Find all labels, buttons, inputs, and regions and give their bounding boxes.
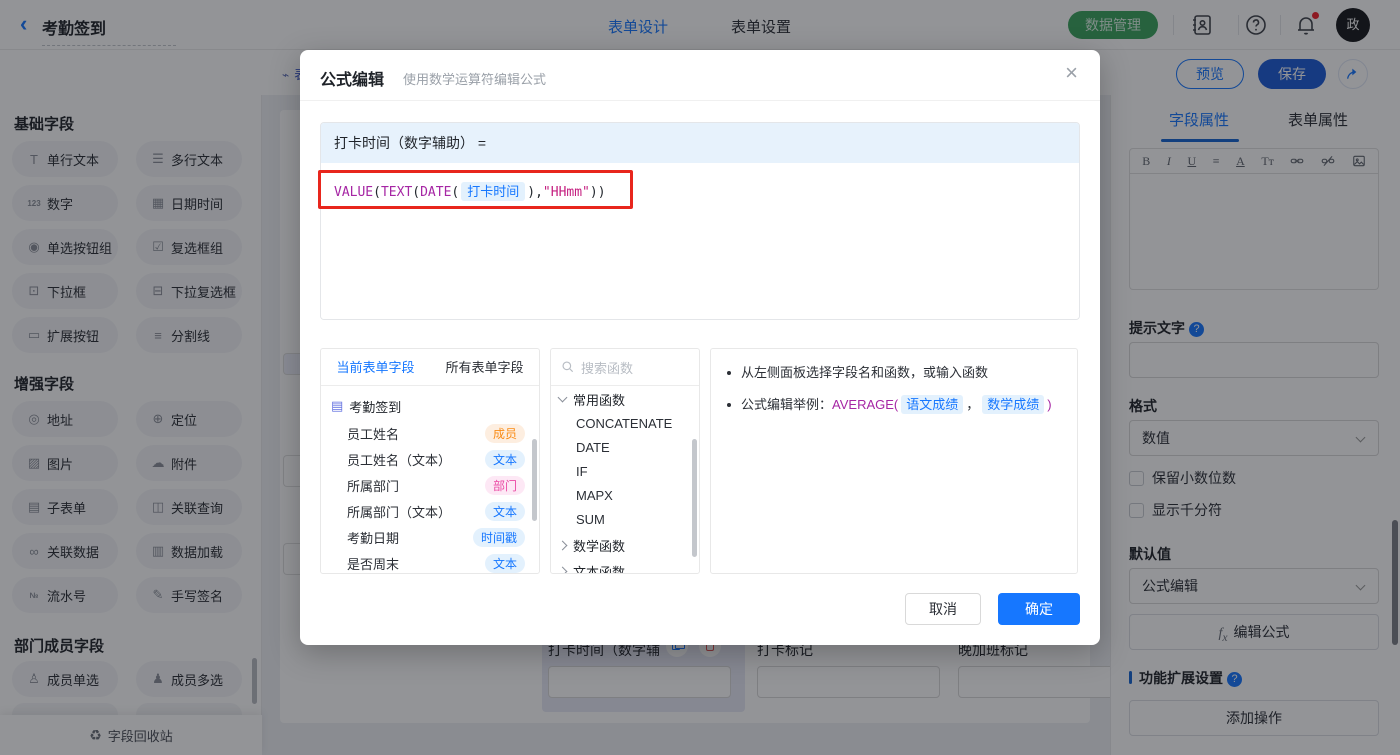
bullet-dot	[727, 403, 731, 407]
formula-input-area[interactable]: VALUE(TEXT(DATE(打卡时间),"HHmm"))	[321, 163, 1079, 319]
functions-scrollbar[interactable]	[692, 439, 697, 557]
variables-scrollbar[interactable]	[532, 439, 537, 521]
variables-panel: 当前表单字段 所有表单字段 ▤ 考勤签到 员工姓名 成员 员工姓名（文本） 文本 …	[320, 348, 540, 574]
function-group[interactable]: 数学函数	[551, 532, 699, 558]
formula-target: 打卡时间（数字辅助） =	[321, 123, 1079, 163]
caret-right-icon	[557, 566, 568, 573]
form-root-node[interactable]: ▤ 考勤签到	[321, 392, 539, 420]
function-item[interactable]: IF	[551, 460, 699, 484]
function-group-common[interactable]: 常用函数	[551, 386, 699, 412]
bullet-dot	[727, 371, 731, 375]
type-badge: 文本	[484, 449, 525, 469]
confirm-button[interactable]: 确定	[998, 593, 1080, 625]
variables-tab[interactable]: 所有表单字段	[430, 349, 539, 385]
hint-panel: 从左侧面板选择字段名和函数，或输入函数 公式编辑举例：AVERAGE(语文成绩，…	[710, 348, 1078, 574]
variables-tab[interactable]: 当前表单字段	[321, 349, 430, 385]
hint-line-2: 公式编辑举例：AVERAGE(语文成绩，数学成绩)	[727, 395, 1067, 415]
divider	[300, 100, 1100, 101]
caret-right-icon	[557, 540, 568, 550]
variable-item[interactable]: 是否周末 文本	[321, 550, 539, 573]
type-badge: 文本	[484, 553, 525, 573]
function-search-input[interactable]: 搜索函数	[551, 349, 699, 386]
caret-down-icon	[557, 392, 568, 403]
search-icon	[562, 361, 574, 373]
formula-editor-box: 打卡时间（数字辅助） = VALUE(TEXT(DATE(打卡时间),"HHmm…	[320, 122, 1080, 320]
variable-item[interactable]: 所属部门 部门	[321, 472, 539, 498]
function-item[interactable]: CONCATENATE	[551, 412, 699, 436]
type-badge: 文本	[484, 501, 525, 521]
variable-item[interactable]: 考勤日期 时间戳	[321, 524, 539, 550]
variable-item[interactable]: 员工姓名 成员	[321, 420, 539, 446]
form-doc-icon: ▤	[331, 398, 344, 413]
functions-panel: 搜索函数 常用函数 CONCATENATE DATE IF MAPX SUM 数学函数 …	[550, 348, 700, 574]
search-placeholder: 搜索函数	[581, 360, 634, 376]
cancel-button[interactable]: 取消	[905, 593, 981, 625]
hint-line-1: 从左侧面板选择字段名和函数，或输入函数	[727, 363, 1067, 383]
type-badge: 部门	[484, 475, 525, 495]
variable-item[interactable]: 所属部门（文本） 文本	[321, 498, 539, 524]
function-item[interactable]: DATE	[551, 436, 699, 460]
formula-expression[interactable]: VALUE(TEXT(DATE(打卡时间),"HHmm"))	[334, 181, 606, 201]
modal-subtitle: 使用数学运算符编辑公式	[403, 72, 547, 87]
type-badge: 成员	[484, 423, 525, 443]
modal-title: 公式编辑	[320, 72, 385, 89]
close-icon[interactable]: ×	[1065, 62, 1078, 84]
formula-editor-modal: 公式编辑 使用数学运算符编辑公式 × 打卡时间（数字辅助） = VALUE(TE…	[300, 50, 1100, 645]
type-badge: 时间戳	[472, 527, 525, 547]
function-item[interactable]: SUM	[551, 508, 699, 532]
function-group[interactable]: 文本函数	[551, 558, 699, 573]
function-item[interactable]: MAPX	[551, 484, 699, 508]
variable-item[interactable]: 员工姓名（文本） 文本	[321, 446, 539, 472]
